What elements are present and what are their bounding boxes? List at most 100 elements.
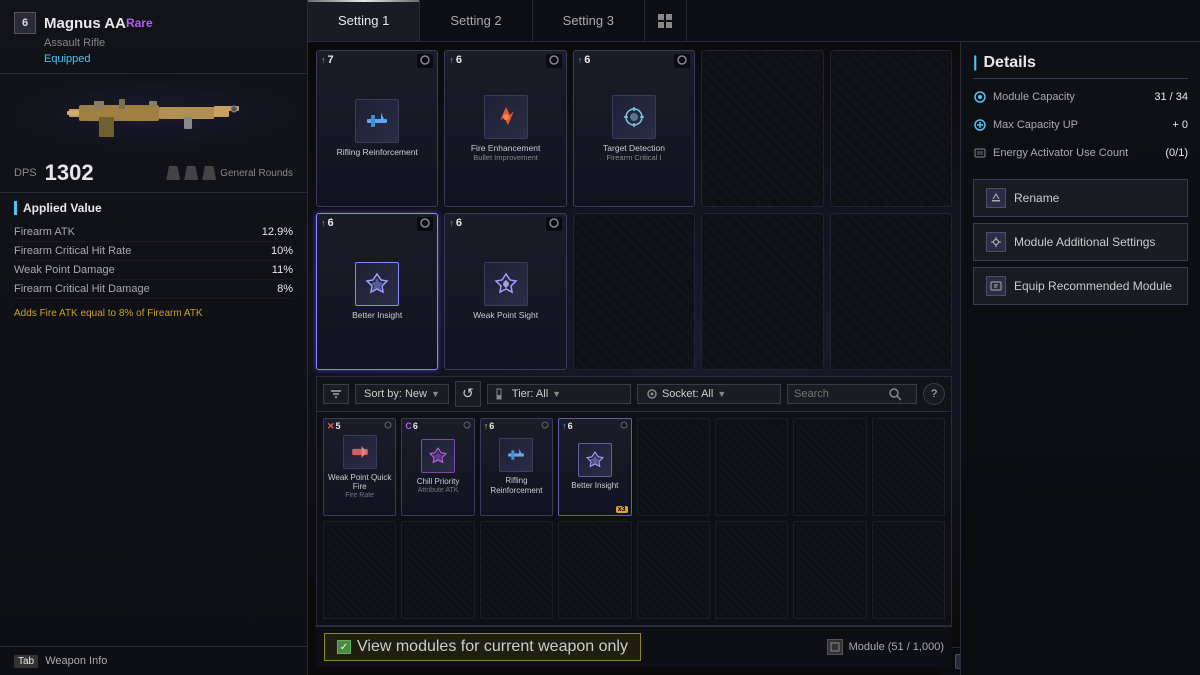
module-bottom-bar: ✓ View modules for current weapon only M…	[316, 626, 952, 667]
socket-label: Socket: All	[662, 388, 713, 400]
equipped-module-2[interactable]: ↑ 6 Fire Enhancement	[444, 50, 566, 207]
inv-module-16[interactable]	[872, 521, 945, 619]
inv-module-6[interactable]	[715, 418, 788, 516]
capacity-icon	[973, 90, 987, 104]
module-subname-3: Firearm Critical I	[604, 153, 663, 162]
bottom-tab[interactable]: Tab Weapon Info	[0, 646, 307, 675]
ammo-icon	[166, 166, 180, 180]
inv-tier-3: ↑ 6	[484, 421, 495, 431]
inv-module-3[interactable]: ↑ 6	[480, 418, 553, 516]
inv-module-4[interactable]: ↑ 6 Be	[558, 418, 631, 516]
energy-icon	[973, 146, 987, 160]
inv-module-1[interactable]: ✕ 5 We	[323, 418, 396, 516]
inv-module-8[interactable]	[872, 418, 945, 516]
search-input[interactable]	[794, 388, 884, 400]
inventory-grid-wrapper: ✕ 5 We	[316, 411, 952, 626]
inv-module-2[interactable]: C 6 Ch	[401, 418, 474, 516]
inv-module-14[interactable]	[715, 521, 788, 619]
equipped-module-3[interactable]: ↑ 6	[573, 50, 695, 207]
module-icon-1	[355, 99, 399, 143]
tab-grid-button[interactable]	[645, 0, 687, 41]
module-tier-2: ↑ 6	[449, 54, 462, 66]
additional-settings-button[interactable]: Module Additional Settings	[973, 223, 1188, 261]
search-icon	[888, 387, 902, 401]
details-actions: Rename Module Additional	[973, 179, 1188, 305]
module-cost-7	[546, 217, 562, 231]
tab-setting1[interactable]: Setting 1	[308, 0, 420, 41]
weapon-name: Magnus AA	[44, 15, 126, 32]
weapon-type: Assault Rifle	[44, 37, 293, 49]
stat-value-weak-point: 11%	[272, 264, 293, 276]
equipped-module-4[interactable]	[701, 50, 823, 207]
inventory-toolbar: Sort by: New ▼ ↺ Tier: All ▼	[316, 376, 952, 411]
stat-name-firearm-atk: Firearm ATK	[14, 226, 75, 238]
inv-module-10[interactable]	[401, 521, 474, 619]
module-name-3: Target Detection	[600, 143, 668, 153]
equip-recommended-icon	[986, 276, 1006, 296]
rename-button[interactable]: Rename	[973, 179, 1188, 217]
equipped-module-5[interactable]	[830, 50, 952, 207]
equipped-module-7[interactable]: ↑ 6	[444, 213, 566, 370]
sort-button[interactable]: Sort by: New ▼	[355, 384, 449, 404]
dps-value: 1302	[45, 160, 94, 186]
rename-label: Rename	[1014, 191, 1059, 205]
inv-module-13[interactable]	[637, 521, 710, 619]
tab-setting2[interactable]: Setting 2	[420, 0, 532, 41]
stats-list: Firearm ATK 12.9% Firearm Critical Hit R…	[14, 223, 293, 299]
main-container: 6 Magnus AA Rare Assault Rifle Equipped	[0, 0, 1200, 675]
inv-name-1: Weak Point Quick Fire	[324, 473, 395, 492]
sort-filter-icon[interactable]	[323, 384, 349, 404]
equipped-module-1[interactable]: ↑ 7 Rifling R	[316, 50, 438, 207]
max-capacity-value: + 0	[1172, 119, 1188, 131]
module-icon-2	[484, 95, 528, 139]
module-name-6: Better Insight	[349, 310, 405, 320]
inv-module-12[interactable]	[558, 521, 631, 619]
inv-tier-2: C 6	[405, 421, 418, 431]
weapon-rarity: Rare	[126, 16, 153, 30]
left-panel: 6 Magnus AA Rare Assault Rifle Equipped	[0, 0, 308, 675]
help-button[interactable]: ?	[923, 383, 945, 405]
tabs-bar: Setting 1 Setting 2 Setting 3	[308, 0, 1200, 42]
refresh-button[interactable]: ↺	[455, 381, 481, 407]
inv-module-7[interactable]	[793, 418, 866, 516]
module-cost-1	[417, 54, 433, 68]
inv-module-9[interactable]	[323, 521, 396, 619]
tab-setting3[interactable]: Setting 3	[533, 0, 645, 41]
equipped-module-9[interactable]	[701, 213, 823, 370]
inv-subname-2: Attribute ATK	[418, 487, 459, 494]
inv-module-15[interactable]	[793, 521, 866, 619]
stat-row-weak-point: Weak Point Damage 11%	[14, 261, 293, 280]
inv-tier-1: ✕ 5	[327, 421, 341, 432]
equipped-modules-grid: ↑ 7 Rifling R	[316, 50, 952, 370]
view-current-weapon-checkbox[interactable]: ✓ View modules for current weapon only	[324, 633, 641, 661]
equipped-module-10[interactable]	[830, 213, 952, 370]
fire-atk-note: Adds Fire ATK equal to 8% of Firearm ATK	[14, 307, 293, 321]
module-tier-1: ↑ 7	[321, 54, 334, 66]
energy-label: Energy Activator Use Count	[993, 147, 1159, 159]
checkbox-icon: ✓	[337, 640, 351, 654]
inv-module-11[interactable]	[480, 521, 553, 619]
weapon-level: 6	[14, 12, 36, 34]
grid-icon	[658, 14, 672, 28]
inv-module-5[interactable]	[637, 418, 710, 516]
inv-cost-3	[541, 421, 549, 431]
energy-value: (0/1)	[1165, 147, 1188, 159]
stat-row-crit-rate: Firearm Critical Hit Rate 10%	[14, 242, 293, 261]
module-count-icon	[827, 639, 843, 655]
stat-row-firearm-atk: Firearm ATK 12.9%	[14, 223, 293, 242]
equipped-module-6[interactable]: ↑ 6 Better Insight	[316, 213, 438, 370]
weapon-info-label: Weapon Info	[45, 655, 107, 667]
module-icon-6	[355, 262, 399, 306]
max-capacity-icon	[973, 118, 987, 132]
equipped-module-8[interactable]	[573, 213, 695, 370]
module-tier-3: ↑ 6	[578, 54, 591, 66]
module-name-1: Rifling Reinforcement	[334, 147, 421, 157]
socket-filter[interactable]: Socket: All ▼	[637, 384, 781, 404]
module-icon-3	[612, 95, 656, 139]
equip-recommended-button[interactable]: Equip Recommended Module	[973, 267, 1188, 305]
stat-value-firearm-atk: 12.9%	[262, 226, 293, 238]
search-area[interactable]	[787, 384, 917, 404]
module-capacity-stat: Module Capacity 31 / 34	[973, 87, 1188, 107]
inv-cost-1	[384, 421, 392, 431]
tier-filter[interactable]: Tier: All ▼	[487, 384, 631, 404]
